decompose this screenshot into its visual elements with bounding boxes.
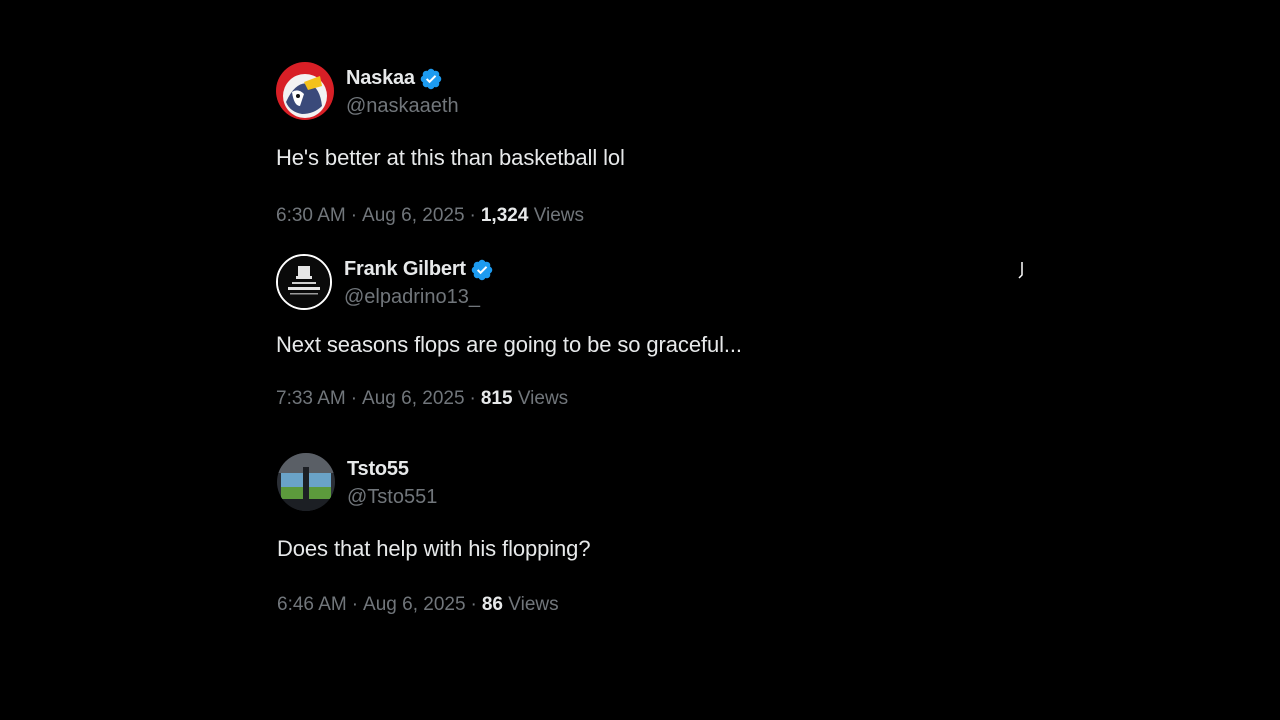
user-handle[interactable]: @naskaaeth <box>346 95 459 118</box>
name-row: Tsto55 <box>347 456 437 484</box>
tweet-header: Tsto55 @Tsto551 <box>277 452 1037 512</box>
separator: · <box>470 594 477 615</box>
tweet-text: Next seasons flops are going to be so gr… <box>276 332 742 357</box>
views-label: Views <box>533 205 585 226</box>
tweet-time[interactable]: 6:30 AM <box>276 205 346 226</box>
separator: · <box>350 388 358 409</box>
user-handle[interactable]: @Tsto551 <box>347 486 437 509</box>
name-row: Naskaa <box>346 65 459 93</box>
separator: · <box>469 388 476 409</box>
tweet-meta: 7:33 AM · Aug 6, 2025 · 815 Views <box>276 388 1036 410</box>
tweet-text: He's better at this than basketball lol <box>276 145 625 170</box>
display-name[interactable]: Tsto55 <box>347 458 409 481</box>
separator: · <box>350 205 358 226</box>
mouse-cursor-icon <box>1017 261 1025 279</box>
views-count: 815 <box>480 388 513 409</box>
views-count: 86 <box>481 594 503 615</box>
tweet-card[interactable]: Tsto55 @Tsto551 Does that help with his … <box>277 452 1037 616</box>
tweet-time[interactable]: 7:33 AM <box>276 388 346 409</box>
tweet-meta: 6:30 AM · Aug 6, 2025 · 1,324 Views <box>276 205 1036 227</box>
avatar[interactable] <box>276 254 332 310</box>
tweet-date[interactable]: Aug 6, 2025 <box>363 594 465 615</box>
separator: · <box>351 594 359 615</box>
tweet-card[interactable]: Frank Gilbert @elpadrino13_ Next seasons… <box>276 252 1036 410</box>
verified-badge-icon <box>419 67 443 91</box>
user-handle[interactable]: @elpadrino13_ <box>344 286 494 309</box>
views-label: Views <box>517 388 569 409</box>
views-label: Views <box>508 594 559 615</box>
tweet-card[interactable]: Naskaa @naskaaeth He's better at this th… <box>276 61 1036 227</box>
display-name[interactable]: Frank Gilbert <box>344 258 466 281</box>
separator: · <box>469 205 476 226</box>
tweet-time[interactable]: 6:46 AM <box>277 594 347 615</box>
tweet-header: Frank Gilbert @elpadrino13_ <box>276 252 1036 312</box>
verified-badge-icon <box>470 258 494 282</box>
tweet-text: Does that help with his flopping? <box>277 536 591 561</box>
name-row: Frank Gilbert <box>344 256 494 284</box>
tweet-meta: 6:46 AM · Aug 6, 2025 · 86 Views <box>277 594 1037 616</box>
avatar[interactable] <box>276 62 334 120</box>
user-identity: Naskaa @naskaaeth <box>346 65 459 118</box>
tweet-date[interactable]: Aug 6, 2025 <box>362 388 464 409</box>
avatar[interactable] <box>277 453 335 511</box>
views-count: 1,324 <box>480 205 529 226</box>
user-identity: Frank Gilbert @elpadrino13_ <box>344 256 494 309</box>
tweet-date[interactable]: Aug 6, 2025 <box>362 205 464 226</box>
tweet-header: Naskaa @naskaaeth <box>276 61 1036 121</box>
user-identity: Tsto55 @Tsto551 <box>347 456 437 509</box>
display-name[interactable]: Naskaa <box>346 67 415 90</box>
